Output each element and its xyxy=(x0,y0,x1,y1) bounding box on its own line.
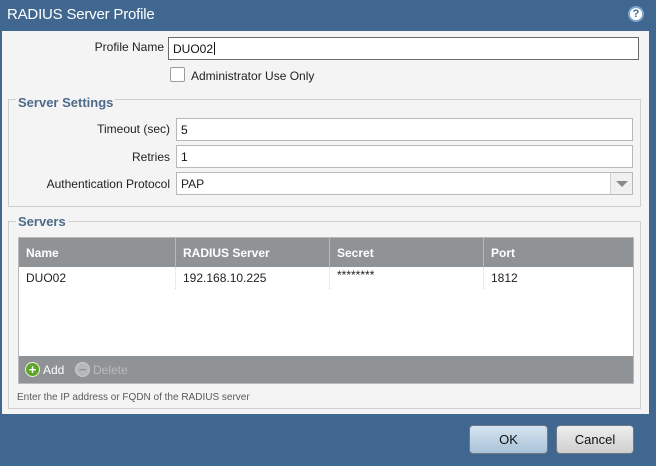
servers-table-header: Name RADIUS Server Secret Port xyxy=(19,238,633,267)
retries-field[interactable]: 1 xyxy=(176,145,633,168)
timeout-field[interactable]: 5 xyxy=(176,118,633,141)
plus-icon: + xyxy=(25,362,40,377)
table-row[interactable]: DUO02 192.168.10.225 ******** 1812 xyxy=(19,267,633,289)
add-button[interactable]: + Add xyxy=(25,362,73,378)
cell-radius-server[interactable]: 192.168.10.225 xyxy=(176,267,330,289)
profile-name-label: Profile Name xyxy=(94,40,164,54)
chevron-down-icon[interactable] xyxy=(610,173,632,194)
delete-button[interactable]: − Delete xyxy=(75,362,139,378)
retries-value: 1 xyxy=(181,150,188,164)
admin-use-only-label: Administrator Use Only xyxy=(191,69,315,83)
timeout-label: Timeout (sec) xyxy=(97,122,170,136)
column-header-radius-server[interactable]: RADIUS Server xyxy=(176,238,330,267)
admin-use-only-checkbox[interactable] xyxy=(170,67,185,82)
timeout-value: 5 xyxy=(181,123,188,137)
dialog-titlebar: RADIUS Server Profile ? xyxy=(0,0,656,30)
profile-name-value: DUO02 xyxy=(173,42,214,56)
column-header-secret[interactable]: Secret xyxy=(330,238,484,267)
cell-name[interactable]: DUO02 xyxy=(19,267,176,289)
add-label: Add xyxy=(43,363,65,377)
auth-protocol-label: Authentication Protocol xyxy=(46,177,170,191)
help-icon[interactable]: ? xyxy=(628,6,644,22)
servers-hint-text: Enter the IP address or FQDN of the RADI… xyxy=(17,392,250,403)
servers-table-toolbar: + Add − Delete xyxy=(19,356,633,383)
minus-icon: − xyxy=(75,362,90,377)
servers-table: Name RADIUS Server Secret Port DUO02 192… xyxy=(18,237,634,384)
server-settings-legend: Server Settings xyxy=(16,95,116,110)
dialog-title: RADIUS Server Profile xyxy=(7,6,155,23)
cell-secret[interactable]: ******** xyxy=(330,267,484,289)
auth-protocol-select[interactable]: PAP xyxy=(176,172,633,195)
column-header-name[interactable]: Name xyxy=(19,238,176,267)
servers-legend: Servers xyxy=(16,214,68,229)
text-caret xyxy=(214,42,216,55)
cell-port[interactable]: 1812 xyxy=(484,267,633,289)
retries-label: Retries xyxy=(131,150,170,164)
profile-name-field[interactable]: DUO02 xyxy=(168,37,639,60)
auth-protocol-value: PAP xyxy=(181,177,205,191)
ok-button[interactable]: OK xyxy=(469,425,548,454)
cancel-button[interactable]: Cancel xyxy=(556,425,634,454)
column-header-port[interactable]: Port xyxy=(484,238,633,267)
delete-label: Delete xyxy=(93,363,128,377)
dialog-body: Profile Name DUO02 Administrator Use Onl… xyxy=(2,31,649,414)
